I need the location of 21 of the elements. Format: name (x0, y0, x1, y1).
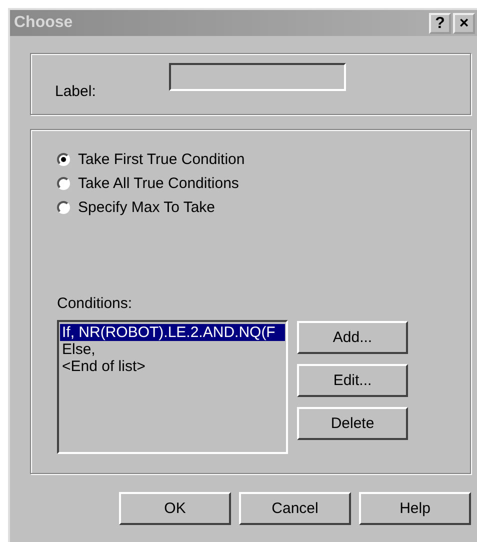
radio-label[interactable]: Take All True Conditions (78, 175, 239, 192)
radio-label[interactable]: Take First True Condition (78, 151, 245, 168)
close-button[interactable]: × (453, 12, 475, 34)
ok-button[interactable]: OK (119, 492, 231, 525)
help-button[interactable]: ? (429, 12, 451, 34)
edit-button[interactable]: Edit... (297, 364, 408, 397)
radio-button[interactable] (57, 177, 70, 190)
label-caption: Label: (55, 82, 97, 100)
radio-button[interactable] (57, 201, 70, 214)
radio-label[interactable]: Specify Max To Take (78, 199, 216, 216)
list-item[interactable]: <End of list> (60, 358, 285, 375)
list-item[interactable]: Else, (60, 341, 285, 358)
label-field[interactable] (169, 63, 346, 91)
conditions-label: Conditions: (57, 295, 134, 312)
window-title: Choose (14, 14, 73, 32)
cancel-button[interactable]: Cancel (239, 492, 351, 525)
help-button[interactable]: Help (359, 492, 471, 525)
add-button[interactable]: Add... (297, 321, 408, 354)
delete-button[interactable]: Delete (297, 407, 408, 440)
radio-button[interactable] (57, 153, 70, 166)
list-item[interactable]: If, NR(ROBOT).LE.2.AND.NQ(F (60, 324, 285, 341)
